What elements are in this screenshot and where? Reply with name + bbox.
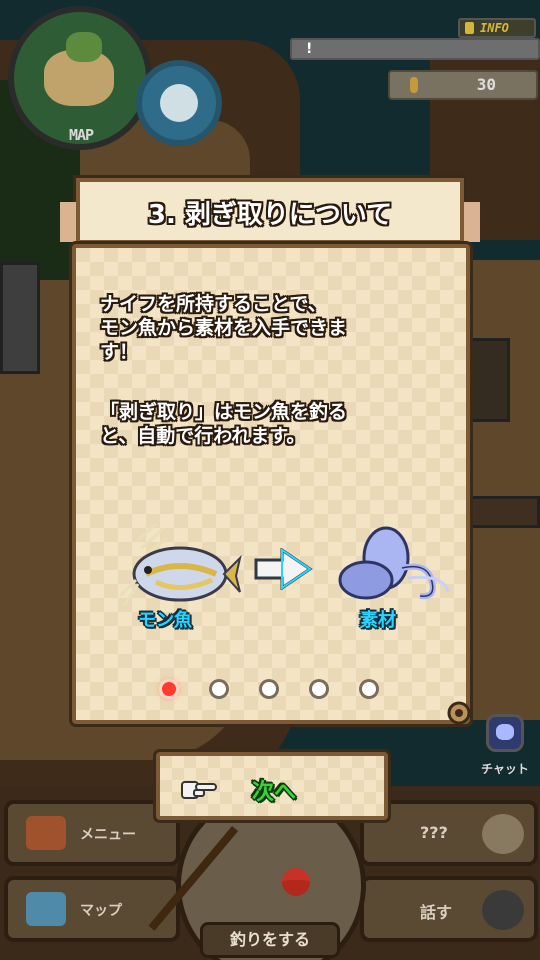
tutorial-dialog: ナイフを所持することで、 モン魚から素材を入手できま す！ 「剥ぎ取り」はモン魚…: [72, 244, 471, 725]
moon-phase-indicator: [136, 60, 222, 146]
notice-bar: !: [290, 38, 540, 60]
minimap-forest: [66, 32, 102, 62]
page-dot-2[interactable]: [212, 682, 226, 696]
chat-icon: [486, 714, 524, 752]
unknown-label: ???: [420, 823, 448, 842]
tutorial-title-banner: 3. 剥ぎ取りについて: [60, 178, 480, 244]
coin-counter: 30: [388, 70, 538, 100]
menu-label: メニュー: [80, 827, 136, 843]
page-dot-1[interactable]: [162, 682, 176, 696]
talk-label: 話す: [420, 903, 453, 922]
material-label: 素材: [360, 610, 396, 631]
moon-icon: [160, 84, 198, 122]
fish-label: モン魚: [138, 610, 192, 631]
info-button[interactable]: INFO: [458, 18, 536, 38]
next-button[interactable]: 次へ: [156, 752, 388, 820]
arrow-right-icon: [254, 548, 313, 590]
map-button[interactable]: マップ: [4, 876, 180, 942]
map-icon: [26, 892, 66, 926]
fish-icon: [118, 522, 242, 607]
coin-icon: [410, 77, 418, 93]
talk-button[interactable]: 話す: [360, 876, 538, 942]
page-indicator: [156, 680, 386, 700]
ribbon-left: [60, 202, 76, 242]
coin-count: 30: [476, 75, 496, 94]
minimap-label: MAP: [68, 126, 94, 144]
info-label: INFO: [480, 21, 509, 35]
tutorial-title: 3. 剥ぎ取りについて: [147, 200, 393, 230]
next-label: 次へ: [252, 780, 297, 805]
page-dot-5[interactable]: [362, 682, 376, 696]
tutorial-paragraph-1: ナイフを所持することで、 モン魚から素材を入手できま す！: [100, 293, 348, 363]
page-dot-4[interactable]: [312, 682, 326, 696]
chat-button[interactable]: チャット: [474, 712, 536, 790]
menu-button[interactable]: メニュー: [4, 800, 180, 866]
ribbon-right: [464, 202, 480, 242]
info-icon: [465, 22, 474, 34]
map-label: マップ: [80, 903, 122, 919]
hand-pointer-icon: [181, 781, 217, 799]
chat-label: チャット: [481, 762, 529, 776]
cat-icon: [482, 814, 524, 854]
material-icon: [338, 526, 450, 600]
page-dot-3[interactable]: [262, 682, 276, 696]
corner-ornament-icon: [447, 701, 471, 725]
gear-icon: [482, 890, 524, 930]
tutorial-paragraph-2: 「剥ぎ取り」はモン魚を釣る と、自動で行われます。: [100, 401, 348, 447]
treasure-chest-icon: [26, 816, 66, 850]
bobber-icon: [282, 868, 310, 896]
go-fishing-button[interactable]: 釣りをする: [200, 922, 340, 958]
